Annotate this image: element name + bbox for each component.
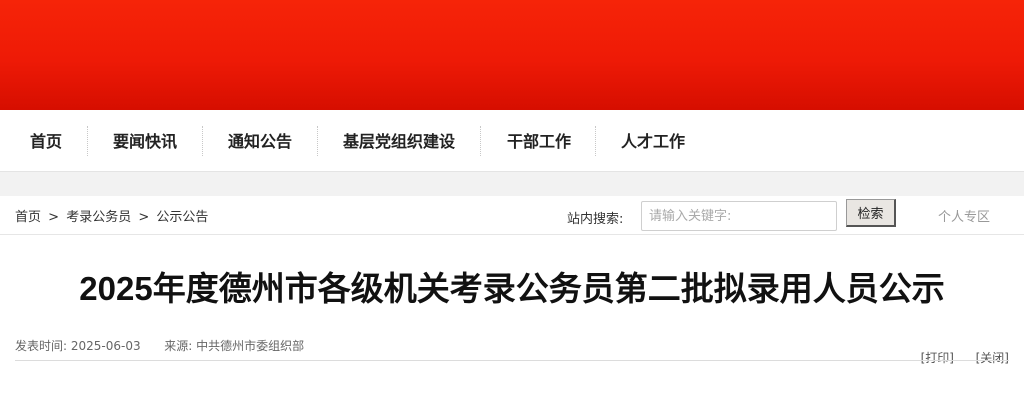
source-label: 来源: (164, 339, 193, 353)
page-toolbar: 首页 > 考录公务员 > 公示公告 站内搜索: 检索 个人专区 (0, 196, 1024, 235)
meta-divider (15, 360, 1009, 361)
nav-divider (317, 126, 318, 156)
search-input[interactable] (641, 201, 837, 231)
main-nav: 首页 要闻快讯 通知公告 基层党组织建设 干部工作 人才工作 (0, 110, 1024, 172)
breadcrumb-separator: > (48, 210, 60, 225)
nav-item-home[interactable]: 首页 (30, 126, 62, 157)
search-button[interactable]: 检索 (846, 199, 896, 227)
nav-item-news[interactable]: 要闻快讯 (113, 126, 177, 157)
published-label: 发表时间: (15, 339, 68, 353)
published-date: 2025-06-03 (70, 339, 141, 353)
breadcrumb-home[interactable]: 首页 (15, 206, 41, 225)
print-link[interactable]: [打印] (921, 349, 954, 366)
breadcrumb: 首页 > 考录公务员 > 公示公告 (15, 206, 208, 225)
nav-divider (595, 126, 596, 156)
breadcrumb-announcements[interactable]: 公示公告 (156, 206, 208, 225)
search-label: 站内搜索: (567, 212, 624, 227)
nav-divider (87, 126, 88, 156)
nav-divider (202, 126, 203, 156)
close-link[interactable]: [关闭] (976, 349, 1009, 366)
nav-divider (480, 126, 481, 156)
breadcrumb-separator: > (138, 210, 150, 225)
nav-item-grassroots-party[interactable]: 基层党组织建设 (343, 126, 455, 157)
nav-item-talent-work[interactable]: 人才工作 (621, 126, 685, 157)
header-banner (0, 0, 1024, 110)
source-value: 中共德州市委组织部 (196, 339, 305, 353)
nav-item-notices[interactable]: 通知公告 (228, 126, 292, 157)
article-meta: 发表时间: 2025-06-03 来源: 中共德州市委组织部 (15, 337, 304, 354)
breadcrumb-civil-servant[interactable]: 考录公务员 (66, 206, 131, 225)
separator-strip (0, 172, 1024, 196)
nav-item-cadre-work[interactable]: 干部工作 (507, 126, 571, 157)
personal-area-link[interactable]: 个人专区 (938, 206, 990, 225)
page-title: 2025年度德州市各级机关考录公务员第二批拟录用人员公示 (79, 270, 945, 307)
article-actions: [打印] [关闭] (921, 349, 1009, 366)
